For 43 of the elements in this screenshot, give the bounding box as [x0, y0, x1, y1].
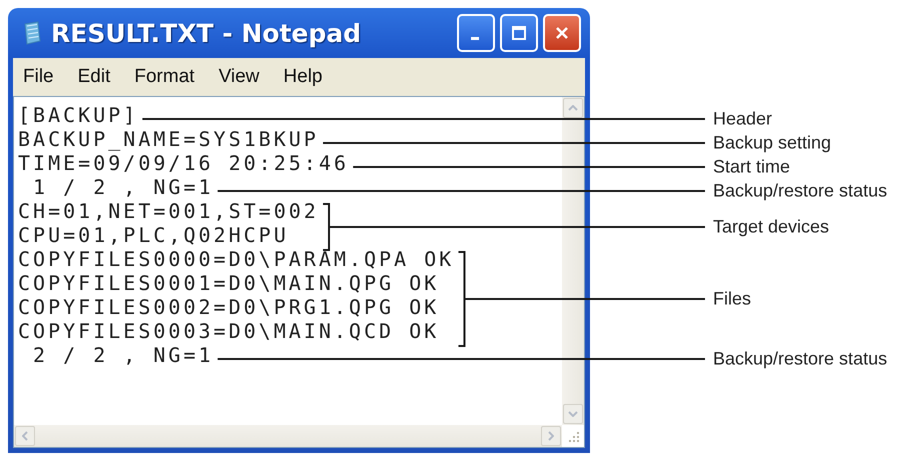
callout-label: Target devices: [713, 216, 830, 238]
callout-label: Backup/restore status: [713, 348, 888, 370]
vertical-scrollbar[interactable]: [562, 97, 584, 425]
text-line: 1 / 2 , NG=1: [32, 175, 214, 199]
text-line: COPYFILES0000=D0\PARAM.QPA OK: [18, 247, 454, 271]
menu-item[interactable]: View: [218, 66, 260, 88]
chevron-up-icon: [568, 105, 578, 111]
menu-item[interactable]: File: [23, 66, 54, 88]
text-line: COPYFILES0002=D0\PRG1.QPG OK: [18, 295, 440, 319]
text-line: [BACKUP]: [18, 103, 138, 127]
chevron-down-icon: [568, 411, 578, 417]
callout-label: Header: [713, 108, 772, 130]
text-line: CH=01,NET=001,ST=002: [18, 199, 319, 223]
text-line: BACKUP_NAME=SYS1BKUP: [18, 127, 319, 151]
maximize-icon: [511, 25, 527, 41]
callout-label: Backup/restore status: [713, 180, 888, 202]
notepad-icon: [23, 21, 41, 45]
close-icon: [554, 25, 570, 41]
close-button[interactable]: [543, 14, 581, 52]
resize-grip-icon[interactable]: [567, 430, 581, 444]
callout-label: Files: [713, 288, 752, 310]
scroll-up-button[interactable]: [563, 98, 583, 118]
text-line: TIME=09/09/16 20:25:46: [18, 151, 349, 175]
menu-item[interactable]: Edit: [78, 66, 110, 88]
text-line: 2 / 2 , NG=1: [32, 343, 214, 367]
window-title: RESULT.TXT - Notepad: [51, 18, 362, 48]
callout-label: Backup setting: [713, 132, 832, 154]
minimize-button[interactable]: [457, 14, 495, 52]
horizontal-scrollbar[interactable]: [14, 425, 562, 447]
chevron-left-icon: [22, 431, 28, 441]
maximize-button[interactable]: [500, 14, 538, 52]
text-line: COPYFILES0001=D0\MAIN.QPG OK: [18, 271, 440, 295]
menu-item[interactable]: Format: [134, 66, 195, 88]
text-line: CPU=01,PLC,Q02HCPU: [18, 223, 289, 247]
text-area[interactable]: [13, 96, 585, 448]
callout-label: Start time: [713, 156, 790, 178]
menu-item[interactable]: Help: [283, 66, 322, 88]
text-line: COPYFILES0003=D0\MAIN.QCD OK: [18, 319, 440, 343]
chevron-right-icon: [548, 431, 554, 441]
minimize-icon: [470, 36, 478, 40]
scroll-down-button[interactable]: [563, 404, 583, 424]
scroll-right-button[interactable]: [541, 426, 561, 446]
scroll-left-button[interactable]: [15, 426, 35, 446]
